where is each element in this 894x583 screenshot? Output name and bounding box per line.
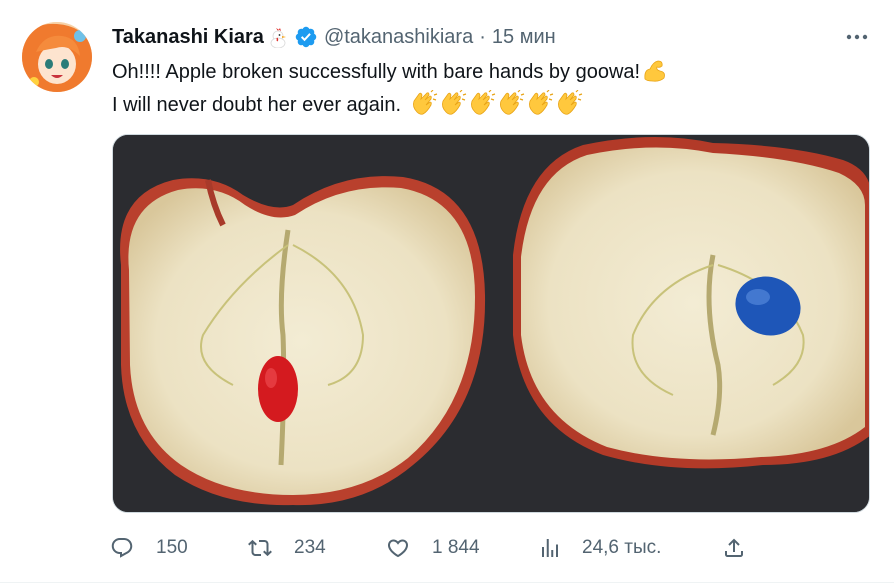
share-button[interactable] [720,528,748,568]
verified-badge-icon[interactable] [294,25,318,49]
like-icon [384,534,412,562]
separator-dot: · [479,25,486,48]
tweet-text-line: Oh!!!! Apple broken successfully with ba… [112,58,872,90]
avatar[interactable] [22,22,92,92]
timestamp[interactable]: 15 мин [492,26,556,49]
like-count: 1 844 [432,537,480,558]
reply-icon [108,534,136,562]
reply-button[interactable]: 150 [108,528,188,568]
handle[interactable]: @takanashikiara [324,26,473,49]
views-icon [536,534,564,562]
retweet-count: 234 [294,537,326,558]
flexed-biceps-icon [642,58,668,90]
more-icon[interactable] [842,24,872,50]
like-button[interactable]: 1 844 [384,528,480,568]
views-button[interactable]: 24,6 тыс. [536,528,661,568]
action-bar: 150 234 1 844 24,6 тыс. [108,528,758,568]
tweet-media-image[interactable] [112,134,870,513]
retweet-button[interactable]: 234 [246,528,326,568]
tweet-text: Oh!!!! Apple broken successfully with ba… [112,58,872,124]
reply-count: 150 [156,537,188,558]
retweet-icon [246,534,274,562]
display-name[interactable]: Takanashi Kiara [112,26,264,49]
tweet-text-line: I will never doubt her ever again. [112,89,872,124]
tweet[interactable]: Takanashi Kiara @takanashikiara · 15 мин [0,0,894,583]
share-icon [720,534,748,562]
chicken-icon [268,26,288,49]
tweet-header: Takanashi Kiara @takanashikiara · 15 мин [112,23,556,51]
clap-emojis [411,89,587,124]
views-count: 24,6 тыс. [582,537,662,558]
